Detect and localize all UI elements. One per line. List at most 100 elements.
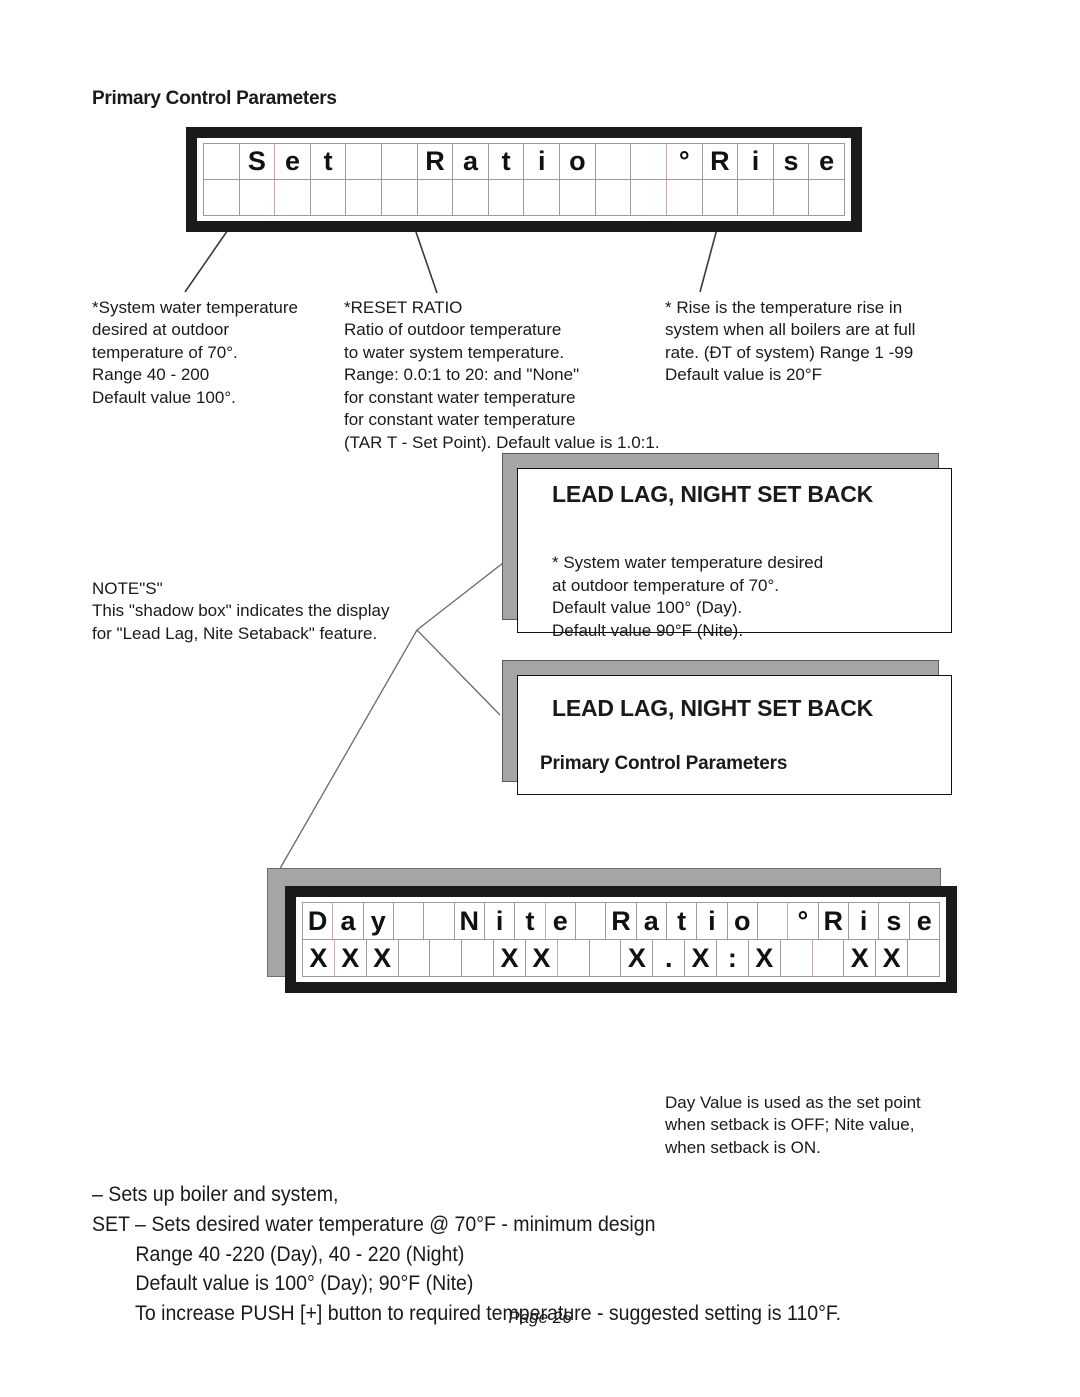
lcd-char-cell [346,180,383,215]
callout-ratio-description: *RESET RATIO Ratio of outdoor temperatur… [344,298,660,452]
lcd-char-cell [275,180,311,215]
lcd-char-cell: e [546,903,576,939]
lcd-char-cell: t [489,144,525,179]
lcd-char-cell [758,903,789,939]
lcd-char-cell: X [303,940,335,976]
lcd-char-cell: X [749,940,781,976]
instruction-line-3: Range 40 -220 (Day), 40 - 220 (Night) [92,1242,465,1266]
lcd-char-cell: S [240,144,276,179]
lcd-char-cell: i [738,144,774,179]
page-footer: Page 26 [0,1308,1080,1328]
callout-set-description: *System water temperature desired at out… [92,298,298,407]
lcd-char-cell [667,180,703,215]
lcd-char-cell: R [418,144,454,179]
shadow-box-subtitle: Primary Control Parameters [540,753,788,774]
bottom-lcd-display: Da y Ni t e Ra t i o ° Ri s e XXXXXX.X:XXX [267,868,957,993]
lcd-char-cell [240,180,276,215]
lcd-char-cell [204,180,240,215]
lcd-char-cell: . [653,940,686,976]
lcd-char-cell: : [717,940,749,976]
lcd-char-cell [813,940,845,976]
instruction-line-2: SET – Sets desired water temperature @ 7… [92,1212,656,1236]
lcd-char-cell [809,180,845,215]
lcd-char-cell [424,903,455,939]
callout-rise-description: * Rise is the temperature rise in system… [665,298,916,385]
lcd-char-cell: N [455,903,485,939]
lcd-char-cell [576,903,607,939]
lcd-char-cell: e [809,144,845,179]
lcd-char-cell: t [667,903,698,939]
instruction-line-1: – Sets up boiler and system, [92,1183,339,1206]
lcd-char-cell: y [364,903,394,939]
lcd-char-cell [311,180,347,215]
lcd-char-cell [738,180,774,215]
page-number: Page 26 [508,1308,572,1327]
shadow-box-panel: LEAD LAG, NIGHT SET BACK * System water … [517,468,952,640]
lcd-char-cell [418,180,454,215]
lcd-char-cell [631,180,667,215]
lcd-char-cell [453,180,489,215]
lcd-char-cell [560,180,596,215]
lcd-char-cell [346,144,383,179]
shadow-box-title: LEAD LAG, NIGHT SET BACK [552,481,874,507]
lcd-char-cell: X [335,940,367,976]
lcd-char-cell [558,940,590,976]
lcd-char-cell: s [774,144,810,179]
lcd-char-cell: i [524,144,561,179]
lcd-char-cell [382,180,418,215]
lcd-char-cell [774,180,810,215]
lcd-screen: Se t Ra t i o ° Ri s e [197,138,851,221]
lcd-char-cell: R [703,144,739,179]
lcd-row-2: XXXXXX.X:XXX [302,939,940,977]
lcd-char-cell: e [275,144,311,179]
lcd-row-1: Se t Ra t i o ° Ri s e [203,143,845,179]
lcd-char-cell [781,940,813,976]
lcd-char-cell [908,940,940,976]
lcd-char-cell: o [560,144,596,179]
lcd-char-cell: t [311,144,347,179]
page-title: Primary Control Parameters [92,88,337,109]
instruction-line-4: Default value is 100° (Day); 90°F (Nite) [92,1272,474,1296]
lcd-char-cell [524,180,561,215]
notes-block: NOTE"S" This "shadow box" indicates the … [92,579,390,643]
lcd-char-cell: o [728,903,758,939]
lcd-char-cell [631,144,667,179]
lcd-char-cell: t [515,903,546,939]
shadow-box-body: * System water temperature desired at ou… [552,553,824,640]
lcd-char-cell [394,903,425,939]
shadow-box-lead-lag-detail: LEAD LAG, NIGHT SET BACK * System water … [502,453,952,640]
lcd-char-cell [703,180,739,215]
lcd-bezel: Se t Ra t i o ° Ri s e [186,127,862,232]
shadow-box-panel: LEAD LAG, NIGHT SET BACK Primary Control… [517,675,952,795]
lcd-char-cell: s [879,903,910,939]
lcd-char-cell: X [526,940,558,976]
top-lcd-display: Se t Ra t i o ° Ri s e [186,127,862,232]
lcd-char-cell: R [819,903,849,939]
lcd-char-cell: X [844,940,877,976]
lcd-char-cell [489,180,525,215]
lcd-char-cell: X [621,940,654,976]
lcd-char-cell: i [849,903,880,939]
lcd-char-cell: ° [667,144,703,179]
day-value-note: Day Value is used as the set point when … [665,1093,921,1157]
lcd-char-cell [204,144,240,179]
lcd-char-cell: X [367,940,399,976]
lcd-char-cell: R [606,903,637,939]
lcd-row-1: Da y Ni t e Ra t i o ° Ri s e [302,902,940,939]
lcd-char-cell [596,144,632,179]
shadow-box-title: LEAD LAG, NIGHT SET BACK [552,695,874,721]
lcd-row-2 [203,179,845,216]
lcd-bezel: Da y Ni t e Ra t i o ° Ri s e XXXXXX.X:XXX [285,886,957,993]
lcd-char-cell: a [637,903,667,939]
lcd-char-cell [590,940,622,976]
lcd-char-cell [462,940,495,976]
lcd-char-cell: i [697,903,728,939]
lcd-char-cell [399,940,431,976]
lcd-char-cell: X [685,940,717,976]
lcd-screen: Da y Ni t e Ra t i o ° Ri s e XXXXXX.X:XXX [296,897,946,982]
lcd-char-cell: ° [788,903,819,939]
lcd-char-cell: X [876,940,909,976]
instructions-block: – Sets up boiler and system, SET – Sets … [92,1180,1052,1329]
lcd-char-cell [382,144,418,179]
lcd-char-cell: D [303,903,334,939]
